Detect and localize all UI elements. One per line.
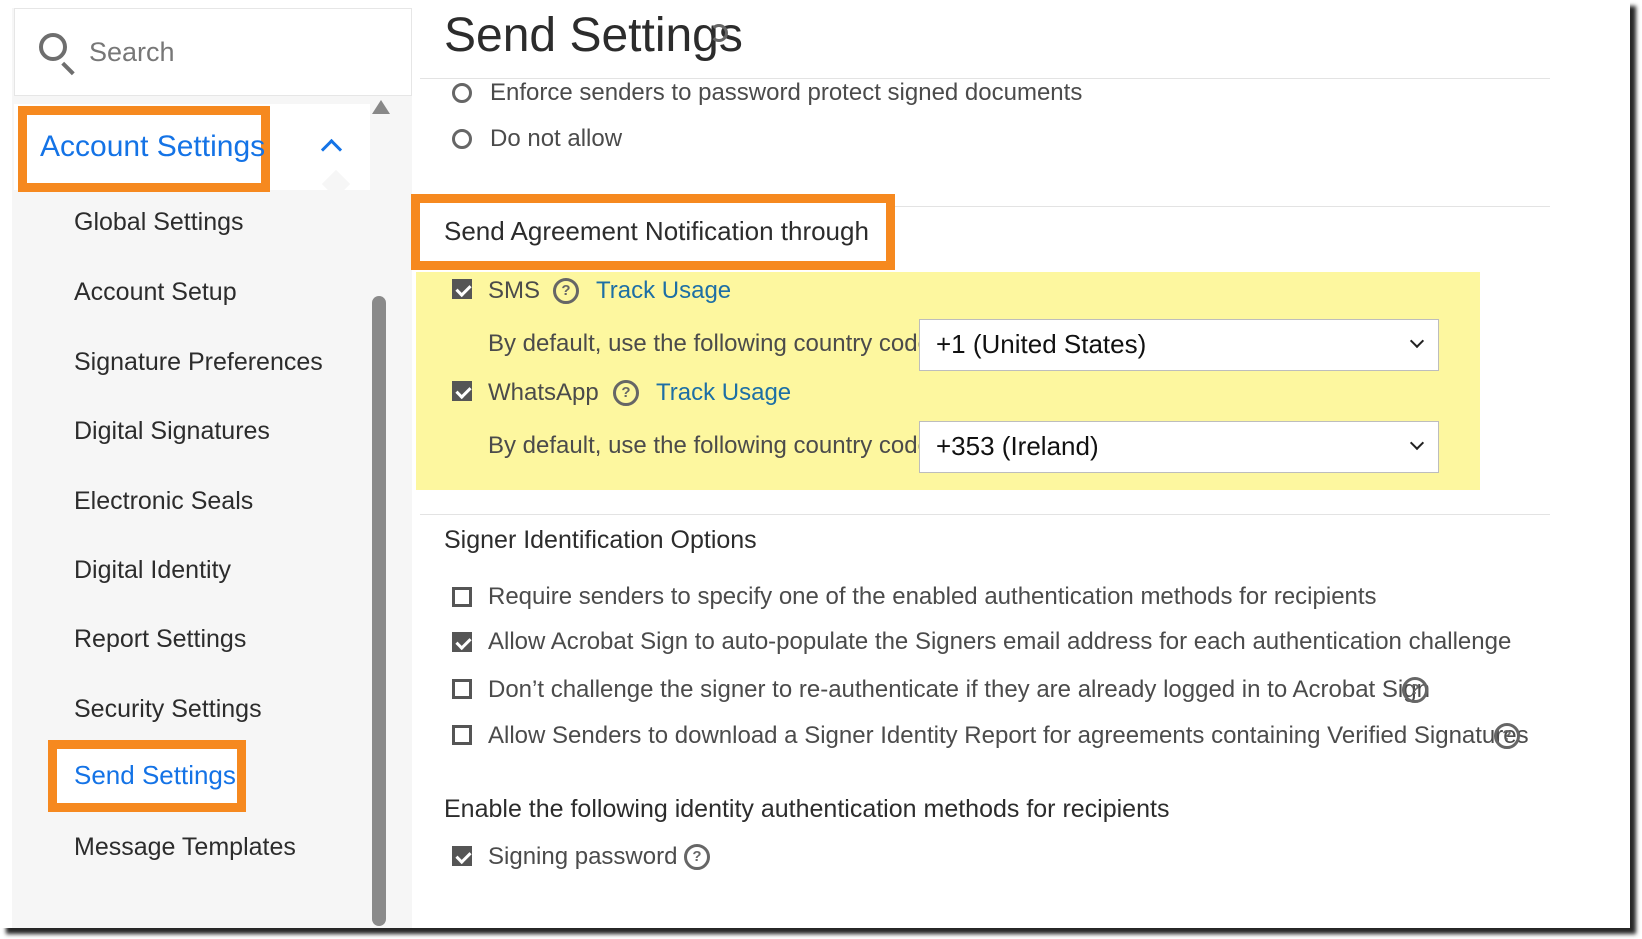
signer-option-label: Allow Acrobat Sign to auto-populate the … [488, 628, 1512, 655]
page-title: Send Settings [444, 9, 743, 62]
signer-option-checkbox[interactable] [452, 632, 472, 652]
scroll-up-arrow-icon[interactable] [372, 100, 390, 114]
scrollbar-thumb[interactable] [372, 296, 386, 926]
country-code-label: By default, use the following country co… [488, 432, 938, 459]
section-title-signer-id: Signer Identification Options [444, 526, 757, 554]
radio-label: Do not allow [490, 125, 623, 152]
sidebar-item-digital-identity[interactable]: Digital Identity [74, 556, 231, 585]
help-icon[interactable]: ? [1494, 723, 1520, 749]
help-icon[interactable]: ? [553, 278, 579, 304]
radio-label: Enforce senders to password protect sign… [490, 79, 1083, 106]
radio-enforce-password[interactable] [452, 83, 472, 103]
search-icon [39, 33, 67, 61]
sidebar-item-global-settings[interactable]: Global Settings [74, 208, 244, 237]
sidebar-item-signature-preferences[interactable]: Signature Preferences [74, 348, 323, 377]
help-icon[interactable]: ? [613, 380, 639, 406]
whatsapp-country-select[interactable]: +353 (Ireland) [919, 421, 1439, 473]
help-icon[interactable]: ? [684, 844, 710, 870]
sidebar-item-message-templates[interactable]: Message Templates [74, 833, 296, 862]
sms-track-usage-link[interactable]: Track Usage [596, 277, 731, 305]
signer-option-checkbox[interactable] [452, 725, 472, 745]
sms-checkbox[interactable] [452, 279, 472, 299]
refresh-icon[interactable] [710, 24, 728, 42]
sms-label: SMS [488, 277, 541, 304]
sidebar-item-security-settings[interactable]: Security Settings [74, 695, 262, 724]
app-frame: Search Account Settings Global Settings … [0, 0, 1630, 928]
sidebar-item-digital-signatures[interactable]: Digital Signatures [74, 417, 270, 446]
search-box[interactable]: Search [14, 8, 412, 96]
sidebar-item-account-setup[interactable]: Account Setup [74, 278, 237, 307]
section-title-identity-methods: Enable the following identity authentica… [444, 795, 1170, 823]
sidebar-item-report-settings[interactable]: Report Settings [74, 625, 246, 654]
chevron-down-icon [1409, 333, 1425, 349]
chevron-up-icon[interactable] [320, 138, 343, 161]
whatsapp-track-usage-link[interactable]: Track Usage [656, 379, 791, 407]
signer-option-label: Don’t challenge the signer to re-authent… [488, 676, 1430, 703]
signer-option-checkbox[interactable] [452, 587, 472, 607]
radio-do-not-allow[interactable] [452, 129, 472, 149]
signing-password-label: Signing password [488, 843, 678, 870]
account-settings-header[interactable]: Account Settings [14, 104, 386, 199]
help-icon[interactable]: ? [1402, 677, 1428, 703]
signer-option-checkbox[interactable] [452, 679, 472, 699]
sms-country-select[interactable]: +1 (United States) [919, 319, 1439, 371]
signer-option-label: Require senders to specify one of the en… [488, 583, 1377, 610]
selected-value: +353 (Ireland) [936, 431, 1099, 461]
selected-value: +1 (United States) [936, 329, 1147, 359]
section-title-notification: Send Agreement Notification through [444, 216, 869, 246]
chevron-down-icon [1409, 435, 1425, 451]
search-input[interactable]: Search [89, 37, 175, 68]
account-settings-label[interactable]: Account Settings [40, 130, 265, 164]
signing-password-checkbox[interactable] [452, 846, 472, 866]
divider [420, 514, 1550, 515]
whatsapp-label: WhatsApp [488, 379, 599, 406]
country-code-label: By default, use the following country co… [488, 330, 938, 357]
sidebar-item-send-settings[interactable]: Send Settings [74, 760, 236, 791]
signer-option-label: Allow Senders to download a Signer Ident… [488, 722, 1529, 749]
sidebar-item-electronic-seals[interactable]: Electronic Seals [74, 487, 253, 516]
whatsapp-checkbox[interactable] [452, 381, 472, 401]
